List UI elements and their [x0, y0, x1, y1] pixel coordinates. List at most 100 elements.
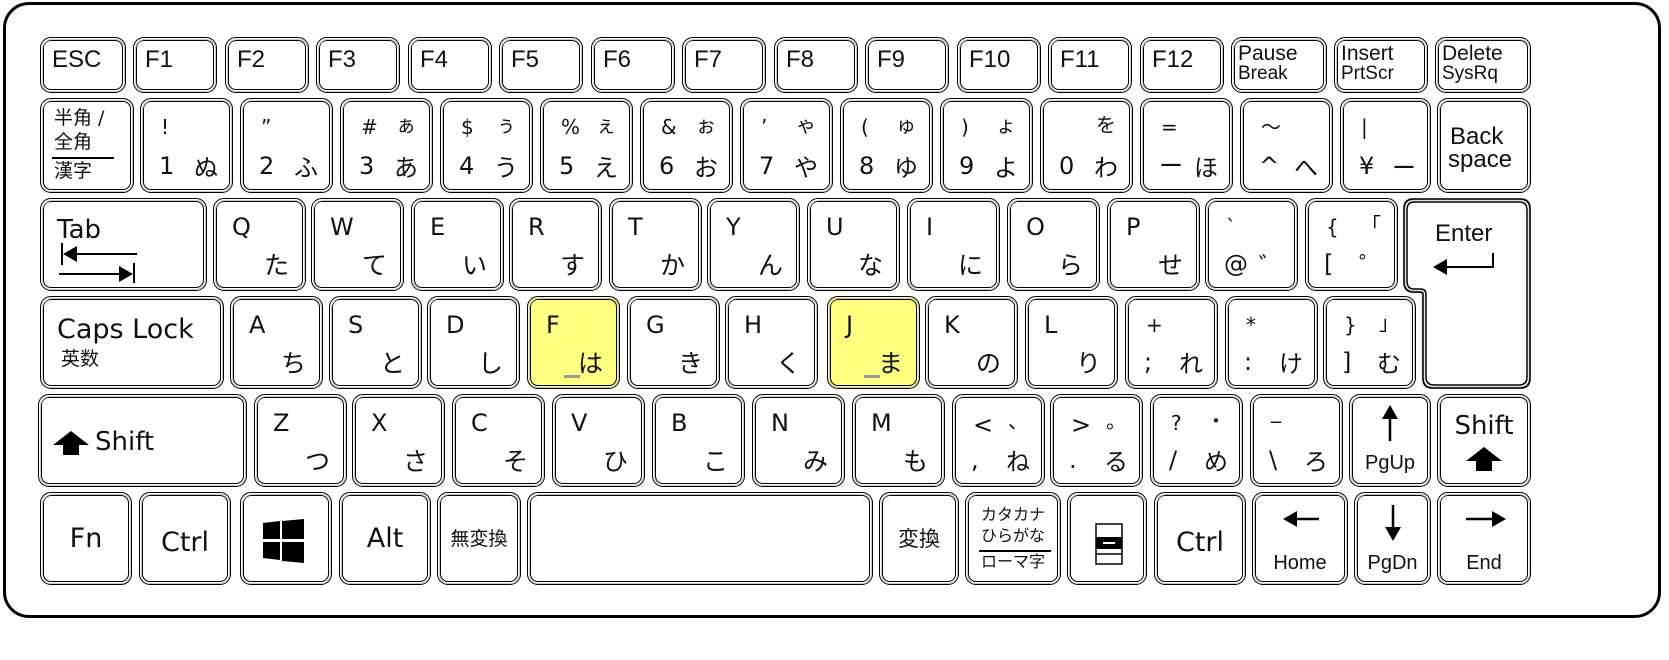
- key-slash[interactable]: ? ・ / め: [1150, 394, 1243, 487]
- key-backslash[interactable]: _ \ ろ: [1250, 394, 1343, 487]
- key-m[interactable]: M も: [852, 394, 945, 487]
- key-4[interactable]: $ ぅ 4 う: [440, 98, 533, 193]
- base-label: ;: [1144, 348, 1153, 376]
- key-colon[interactable]: * : け: [1225, 296, 1318, 389]
- key-insert[interactable]: Insert PrtScr: [1334, 37, 1428, 93]
- shift-label: ?: [1171, 411, 1182, 435]
- key-8[interactable]: ( ゅ 8 ゆ: [840, 98, 933, 193]
- key-right-shift[interactable]: Shift: [1437, 394, 1531, 487]
- key-y[interactable]: Y ん: [707, 198, 800, 291]
- key-w[interactable]: W て: [311, 198, 404, 291]
- key-f-home[interactable]: F は: [527, 296, 620, 389]
- kana-label: ろ: [1304, 448, 1328, 476]
- key-9[interactable]: ) ょ 9 よ: [940, 98, 1033, 193]
- key-henkan[interactable]: 変換: [879, 492, 959, 585]
- letter-label: I: [926, 213, 934, 241]
- key-a[interactable]: A ち: [230, 296, 323, 389]
- key-tab[interactable]: Tab: [40, 198, 207, 291]
- key-yen[interactable]: | ¥ ー: [1340, 98, 1431, 193]
- shift-label: #: [361, 115, 378, 139]
- key-f4[interactable]: F4: [408, 37, 492, 93]
- key-f1[interactable]: F1: [133, 37, 217, 93]
- key-s[interactable]: S と: [329, 296, 422, 389]
- key-3[interactable]: # ぁ 3 あ: [340, 98, 433, 193]
- key-j-home[interactable]: J ま: [827, 296, 920, 389]
- kana-label: ら: [1057, 251, 1083, 280]
- key-home[interactable]: Home: [1252, 492, 1348, 585]
- key-esc[interactable]: ESC: [40, 37, 126, 93]
- key-7[interactable]: ’ ゃ 7 や: [740, 98, 833, 193]
- key-0[interactable]: を 0 わ: [1040, 98, 1133, 193]
- key-left-ctrl[interactable]: Ctrl: [139, 492, 231, 585]
- key-muhenkan[interactable]: 無変換: [437, 492, 521, 585]
- key-delete[interactable]: Delete SysRq: [1435, 37, 1531, 93]
- key-o[interactable]: O ら: [1007, 198, 1100, 291]
- key-f3[interactable]: F3: [316, 37, 400, 93]
- key-f2[interactable]: F2: [225, 37, 309, 93]
- base-label: 7: [759, 152, 775, 180]
- key-b[interactable]: B こ: [652, 394, 745, 487]
- key-f5[interactable]: F5: [499, 37, 583, 93]
- key-f7[interactable]: F7: [682, 37, 766, 93]
- key-f12[interactable]: F12: [1140, 37, 1224, 93]
- arrow-right-icon: [1466, 511, 1506, 527]
- key-windows[interactable]: [240, 492, 332, 585]
- key-pgdn[interactable]: PgDn: [1354, 492, 1431, 585]
- key-v[interactable]: V ひ: [552, 394, 645, 487]
- key-f8[interactable]: F8: [774, 37, 858, 93]
- kana-label: い: [461, 251, 487, 280]
- key-backspace[interactable]: Back space: [1437, 98, 1531, 193]
- key-menu[interactable]: [1067, 492, 1147, 585]
- key-d[interactable]: D し: [427, 296, 520, 389]
- key-sublabel: 英数: [61, 348, 100, 370]
- key-at[interactable]: ` @ ゛: [1205, 198, 1298, 291]
- key-end[interactable]: End: [1437, 492, 1531, 585]
- key-c[interactable]: C そ: [452, 394, 545, 487]
- key-right-bracket[interactable]: } 」 ] む: [1323, 296, 1416, 389]
- key-period[interactable]: > 。 . る: [1050, 394, 1143, 487]
- key-5[interactable]: % ぇ 5 え: [540, 98, 633, 193]
- key-fn[interactable]: Fn: [40, 492, 132, 585]
- key-space[interactable]: [527, 492, 873, 585]
- key-right-ctrl[interactable]: Ctrl: [1154, 492, 1246, 585]
- key-caret[interactable]: 〜 ^ へ: [1240, 98, 1333, 193]
- key-k[interactable]: K の: [925, 296, 1018, 389]
- key-i[interactable]: I に: [907, 198, 1000, 291]
- key-t[interactable]: T か: [609, 198, 702, 291]
- key-e[interactable]: E い: [411, 198, 504, 291]
- key-x[interactable]: X さ: [352, 394, 445, 487]
- key-z[interactable]: Z つ: [254, 394, 347, 487]
- key-h[interactable]: H く: [725, 296, 818, 389]
- key-alt[interactable]: Alt: [339, 492, 431, 585]
- key-left-shift[interactable]: Shift: [38, 394, 247, 487]
- key-u[interactable]: U な: [807, 198, 900, 291]
- key-pause[interactable]: Pause Break: [1231, 37, 1327, 93]
- key-6[interactable]: & ぉ 6 お: [640, 98, 733, 193]
- key-f11[interactable]: F11: [1048, 37, 1132, 93]
- key-f10[interactable]: F10: [957, 37, 1041, 93]
- key-pgup[interactable]: PgUp: [1349, 394, 1431, 487]
- kana-label: ゛: [1259, 252, 1283, 280]
- key-capslock[interactable]: Caps Lock 英数: [40, 296, 224, 389]
- key-semicolon[interactable]: + ; れ: [1125, 296, 1218, 389]
- key-label: F2: [237, 46, 266, 73]
- key-enter[interactable]: Enter: [1403, 198, 1531, 389]
- key-katakana-hiragana[interactable]: カタカナ ひらがな ローマ字: [965, 492, 1061, 585]
- key-q[interactable]: Q た: [213, 198, 306, 291]
- key-1[interactable]: ! 1 ぬ: [140, 98, 233, 193]
- key-l[interactable]: L り: [1025, 296, 1118, 389]
- key-left-bracket[interactable]: { 「 [ ゜: [1305, 198, 1398, 291]
- key-comma[interactable]: < 、 , ね: [952, 394, 1045, 487]
- key-minus[interactable]: = ー ほ: [1140, 98, 1233, 193]
- key-p[interactable]: P せ: [1107, 198, 1200, 291]
- key-2[interactable]: ” 2 ふ: [240, 98, 333, 193]
- key-hankaku-zenkaku[interactable]: 半角 / 全角 漢字: [40, 98, 134, 193]
- key-f6[interactable]: F6: [591, 37, 675, 93]
- key-f9[interactable]: F9: [865, 37, 949, 93]
- key-g[interactable]: G き: [627, 296, 720, 389]
- key-label: Home: [1273, 552, 1327, 574]
- key-r[interactable]: R す: [509, 198, 602, 291]
- key-n[interactable]: N み: [752, 394, 845, 487]
- kana-label: わ: [1094, 154, 1118, 182]
- kana-shift-label: ゅ: [896, 113, 916, 137]
